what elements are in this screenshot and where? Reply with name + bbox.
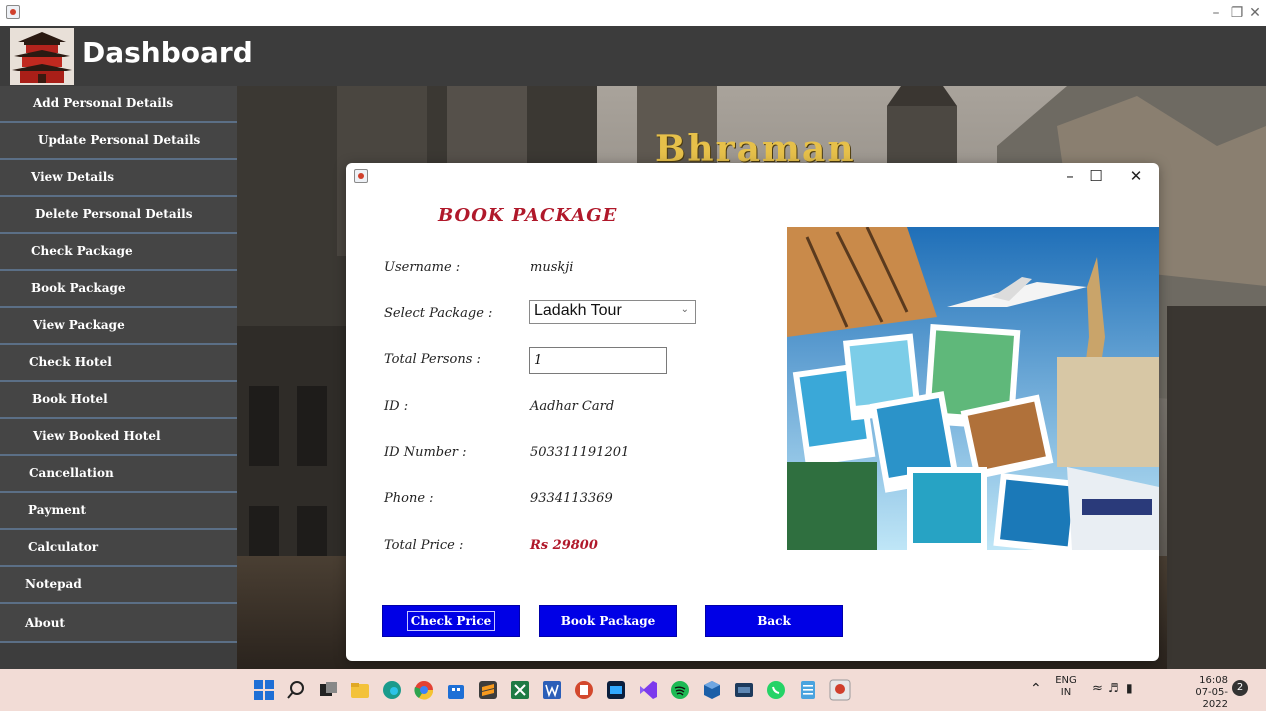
sidebar-item-payment[interactable]: Payment: [0, 493, 237, 530]
battery-icon[interactable]: ▮: [1126, 681, 1133, 695]
travel-collage-art: [787, 227, 1159, 550]
phone-label: Phone :: [384, 491, 434, 506]
wifi-icon[interactable]: ≈: [1092, 681, 1103, 696]
total-persons-input[interactable]: 1: [529, 347, 667, 374]
dialog-heading: BOOK PACKAGE: [438, 205, 618, 226]
clock-time: 16:08: [1199, 675, 1228, 686]
page-title: Dashboard: [82, 36, 253, 69]
check-price-label: Check Price: [406, 611, 496, 631]
back-button[interactable]: Back: [705, 605, 843, 637]
sidebar-item-view-package[interactable]: View Package: [0, 308, 237, 345]
edge-browser-icon[interactable]: [381, 679, 403, 701]
username-value: muskji: [530, 260, 574, 275]
lang-code: ENG: [1055, 675, 1077, 686]
sidebar-item-view-details[interactable]: View Details: [0, 160, 237, 197]
id-value: Aadhar Card: [530, 399, 615, 414]
sidebar-item-calculator[interactable]: Calculator: [0, 530, 237, 567]
task-view-icon[interactable]: [317, 679, 339, 701]
book-package-dialog: – ☐ ✕ BOOK PACKAGE Username : muskji Sel…: [346, 163, 1159, 661]
id-number-value: 503311191201: [530, 445, 630, 460]
search-icon[interactable]: [285, 679, 307, 701]
package-label: Select Package :: [384, 306, 493, 321]
username-label: Username :: [384, 260, 461, 275]
travel-collage-image: [787, 227, 1159, 550]
sidebar-item-cancellation[interactable]: Cancellation: [0, 456, 237, 493]
sublime-icon[interactable]: [477, 679, 499, 701]
java-app-icon: [6, 5, 20, 19]
maximize-icon[interactable]: ☐: [1078, 165, 1114, 187]
show-hidden-icons-chevron-icon[interactable]: ⌃: [1030, 681, 1042, 697]
java-app-icon: [354, 169, 368, 183]
notification-badge[interactable]: 2: [1232, 680, 1248, 696]
sidebar-item-check-hotel[interactable]: Check Hotel: [0, 345, 237, 382]
notepad-icon[interactable]: [797, 679, 819, 701]
java-taskbar-icon[interactable]: [829, 679, 851, 701]
excel-icon[interactable]: [509, 679, 531, 701]
package-select-value: Ladakh Tour: [534, 302, 622, 319]
total-price-label: Total Price :: [384, 538, 464, 553]
sidebar: Add Personal Details Update Personal Det…: [0, 86, 237, 669]
windows-start-icon[interactable]: [253, 679, 275, 701]
spotify-icon[interactable]: [669, 679, 691, 701]
id-label: ID :: [384, 399, 409, 414]
volume-icon[interactable]: ♬: [1108, 681, 1119, 695]
store-icon[interactable]: [445, 679, 467, 701]
chevron-down-icon: ⌄: [680, 304, 689, 315]
sidebar-item-check-package[interactable]: Check Package: [0, 234, 237, 271]
sidebar-item-add-personal-details[interactable]: Add Personal Details: [0, 86, 237, 123]
visual-studio-icon[interactable]: [637, 679, 659, 701]
id-number-label: ID Number :: [384, 445, 467, 460]
close-icon[interactable]: ✕: [1240, 2, 1266, 24]
powerpoint-icon[interactable]: [573, 679, 595, 701]
clock-date: 07-05-2022: [1195, 687, 1228, 710]
sidebar-item-view-booked-hotel[interactable]: View Booked Hotel: [0, 419, 237, 456]
sidebar-item-update-personal-details[interactable]: Update Personal Details: [0, 123, 237, 160]
file-explorer-icon[interactable]: [349, 679, 371, 701]
photoshop-icon[interactable]: [605, 679, 627, 701]
pagoda-logo: [10, 28, 74, 85]
virtualbox-icon[interactable]: [701, 679, 723, 701]
taskbar: ⌃ ENG IN ≈ ♬ ▮ 16:08 07-05-2022 2: [0, 669, 1266, 711]
lang-region: IN: [1060, 687, 1072, 698]
book-package-button[interactable]: Book Package: [539, 605, 677, 637]
sidebar-item-book-package[interactable]: Book Package: [0, 271, 237, 308]
total-price-value: Rs 29800: [530, 538, 598, 553]
chrome-icon[interactable]: [413, 679, 435, 701]
word-icon[interactable]: [541, 679, 563, 701]
input-language-indicator[interactable]: ENG IN: [1054, 675, 1078, 699]
sidebar-item-notepad[interactable]: Notepad: [0, 567, 237, 604]
dashboard-header: Dashboard: [0, 26, 1266, 86]
persons-label: Total Persons :: [384, 352, 481, 367]
sidebar-item-book-hotel[interactable]: Book Hotel: [0, 382, 237, 419]
close-icon[interactable]: ✕: [1118, 165, 1154, 187]
window-titlebar: – ❐ ✕: [0, 0, 1266, 26]
sidebar-item-delete-personal-details[interactable]: Delete Personal Details: [0, 197, 237, 234]
clock[interactable]: 16:08 07-05-2022: [1172, 675, 1228, 711]
whatsapp-icon[interactable]: [765, 679, 787, 701]
check-price-button[interactable]: Check Price: [382, 605, 520, 637]
phone-value: 9334113369: [530, 491, 613, 506]
mysql-workbench-icon[interactable]: [733, 679, 755, 701]
package-select[interactable]: Ladakh Tour ⌄: [529, 300, 696, 324]
sidebar-item-about[interactable]: About: [0, 604, 237, 643]
